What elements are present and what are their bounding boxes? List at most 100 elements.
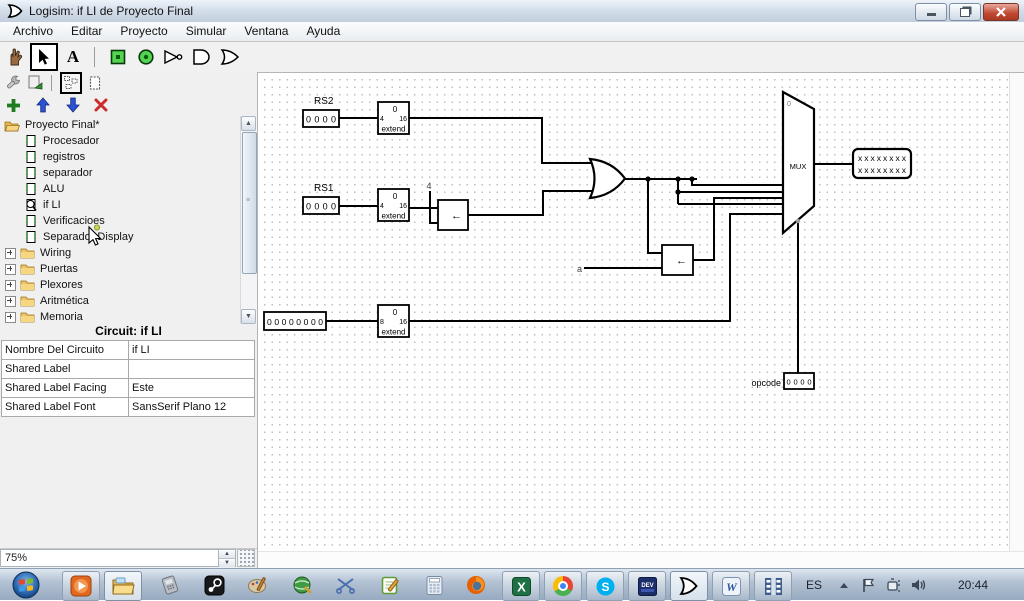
immediate-pin-value[interactable]: 0 0 0 0 0 0 0 0 [267, 317, 323, 327]
or-gate-tool-button[interactable] [217, 44, 243, 70]
menu-proyecto[interactable]: Proyecto [111, 22, 176, 41]
tree-scrollbar[interactable]: ▲ ≡ ▼ [240, 116, 257, 324]
result-output-pin[interactable]: x x x x x x x x x x x x x x x x [851, 147, 913, 180]
taskbar-excel[interactable]: X [502, 571, 540, 601]
circuit-canvas[interactable]: RS2 0 0 0 0 0 4 16 extend RS1 0 0 0 0 0 … [257, 72, 1024, 568]
minimize-button[interactable] [915, 3, 947, 21]
zoom-level-field[interactable]: 75% [0, 549, 219, 567]
sidebar-item-procesador[interactable]: Procesador [24, 133, 99, 149]
taskbar-steam[interactable] [196, 571, 232, 599]
attr-value[interactable]: Este [128, 378, 255, 398]
poke-tool-button[interactable] [2, 44, 28, 70]
scrollbar-thumb[interactable]: ≡ [242, 132, 257, 274]
bit-extender-immediate[interactable]: 0 8 16 extend [377, 304, 410, 338]
rs2-pin-value[interactable]: 0 0 0 0 [306, 115, 336, 125]
and-gate-tool-button[interactable] [189, 44, 215, 70]
plus-icon [6, 98, 20, 112]
expand-icon[interactable] [5, 247, 16, 259]
expand-icon[interactable] [5, 279, 16, 291]
output-pin-tool-button[interactable] [133, 44, 159, 70]
expand-icon[interactable] [5, 311, 16, 323]
sidebar-item-alu[interactable]: ALU [24, 181, 64, 197]
palette-icon [248, 577, 266, 593]
close-button[interactable] [983, 3, 1019, 21]
taskbar-globe-app[interactable] [284, 571, 320, 599]
attr-value[interactable]: if LI [128, 340, 255, 360]
bit-extender-rs1[interactable]: 0 4 16 extend [377, 188, 410, 222]
or-gate[interactable] [588, 157, 627, 200]
menu-editar[interactable]: Editar [62, 22, 111, 41]
taskbar-word[interactable]: W [712, 571, 750, 601]
grid-toggle-button[interactable] [237, 549, 255, 567]
taskbar-firefox[interactable] [458, 571, 494, 599]
attr-value[interactable] [128, 359, 255, 379]
menu-simular[interactable]: Simular [177, 22, 236, 41]
taskbar-logisim[interactable] [670, 571, 708, 601]
language-indicator[interactable]: ES [806, 578, 822, 592]
action-center-flag-icon[interactable] [860, 577, 876, 593]
taskbar-chrome[interactable] [544, 571, 582, 601]
move-circuit-down-button[interactable] [63, 95, 83, 115]
start-button[interactable] [6, 571, 46, 599]
spinner-up-icon[interactable]: ▲ [219, 550, 235, 559]
attr-value[interactable]: SansSerif Plano 12 [128, 397, 255, 417]
view-toolbox-button[interactable] [60, 72, 82, 94]
remove-circuit-button[interactable] [91, 95, 111, 115]
clock[interactable]: 20:44 [938, 578, 1008, 592]
input-pin-tool-button[interactable] [105, 44, 131, 70]
project-explorer-panel: Proyecto Final* Procesador registros sep… [0, 72, 257, 569]
taskbar-snip-tool[interactable] [328, 571, 364, 599]
sidebar-item-separador-display[interactable]: Separador Display [24, 229, 134, 245]
taskbar-explorer[interactable] [104, 571, 142, 601]
shifter-2[interactable]: ← [661, 244, 694, 276]
taskbar-dev-app[interactable]: DEV [628, 571, 666, 601]
constant-a[interactable]: a [577, 264, 582, 274]
taskbar-paint-app[interactable] [240, 571, 276, 599]
zoom-spinner[interactable]: ▲ ▼ [219, 549, 236, 567]
taskbar-media-player[interactable] [62, 571, 100, 601]
menu-ayuda[interactable]: Ayuda [297, 22, 349, 41]
not-gate-tool-button[interactable] [161, 44, 187, 70]
hidden-icons-chevron[interactable] [840, 583, 848, 588]
rs1-pin-value[interactable]: 0 0 0 0 [306, 202, 336, 212]
wrench-button[interactable] [3, 73, 23, 93]
expand-icon[interactable] [5, 263, 16, 275]
install-device-icon[interactable] [886, 577, 903, 593]
svg-text:8: 8 [380, 319, 384, 326]
edit-attributes-button[interactable] [26, 73, 46, 93]
sidebar-item-puertas[interactable]: Puertas [5, 261, 78, 277]
sidebar-item-wiring[interactable]: Wiring [5, 245, 71, 261]
multiplexer[interactable]: 0 MUX [781, 90, 816, 236]
folder-icon [20, 264, 35, 275]
taskbar-notes-app[interactable] [372, 571, 408, 599]
move-circuit-up-button[interactable] [33, 95, 53, 115]
text-tool-button[interactable]: A [60, 44, 86, 70]
sidebar-item-if-li-current[interactable]: if LI [24, 197, 61, 213]
sidebar-item-aritmetica[interactable]: Aritmética [5, 293, 89, 309]
sidebar-item-separador[interactable]: separador [24, 165, 93, 181]
menu-archivo[interactable]: Archivo [4, 22, 62, 41]
menu-ventana[interactable]: Ventana [235, 22, 297, 41]
scroll-down-icon[interactable]: ▼ [241, 309, 256, 324]
taskbar-calculator[interactable] [416, 571, 452, 599]
add-circuit-button[interactable] [3, 95, 23, 115]
edit-tool-button[interactable] [30, 43, 58, 71]
bit-extender-rs2[interactable]: 0 4 16 extend [377, 101, 410, 135]
restore-button[interactable] [949, 3, 981, 21]
sidebar-item-proyecto-final[interactable]: Proyecto Final* [4, 117, 100, 133]
constant-4[interactable]: 4 [426, 181, 431, 191]
taskbar-movie-app[interactable] [754, 571, 792, 601]
expand-icon[interactable] [5, 295, 16, 307]
sidebar-item-registros[interactable]: registros [24, 149, 85, 165]
view-simulation-button[interactable] [85, 73, 105, 93]
taskbar-phone-app[interactable] [152, 571, 188, 599]
title-bar[interactable]: Logisim: if LI de Proyecto Final [0, 0, 1024, 23]
sidebar-item-memoria[interactable]: Memoria [5, 309, 83, 324]
sidebar-item-plexores[interactable]: Plexores [5, 277, 83, 293]
spinner-down-icon[interactable]: ▼ [219, 559, 235, 567]
shifter-1[interactable]: ← [437, 199, 469, 231]
volume-icon[interactable] [910, 577, 928, 593]
opcode-pin-value[interactable]: 0 0 0 0 [787, 378, 812, 387]
scroll-up-icon[interactable]: ▲ [241, 116, 256, 131]
taskbar-skype[interactable]: S [586, 571, 624, 601]
